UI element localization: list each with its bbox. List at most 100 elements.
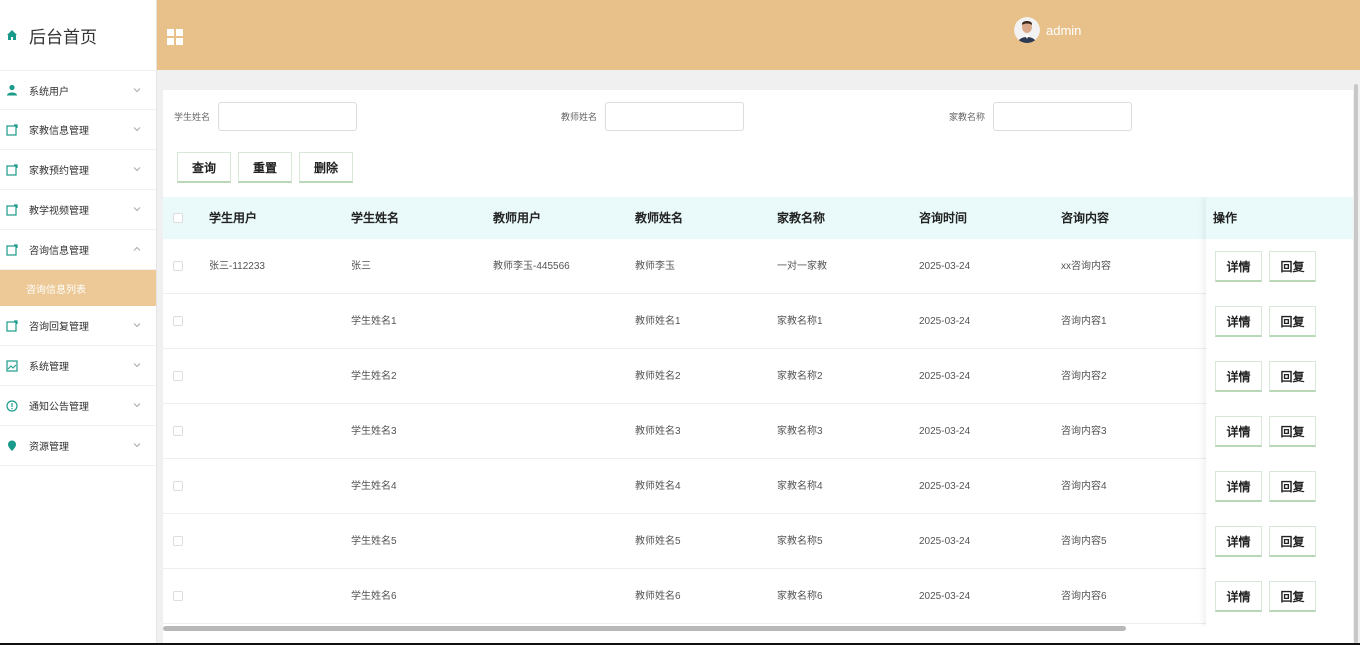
sidebar-item-consult-info[interactable]: 咨询信息管理 bbox=[0, 230, 156, 270]
col-header: 操作 bbox=[1206, 197, 1353, 239]
reply-button[interactable]: 回复 bbox=[1269, 526, 1316, 557]
select-all-checkbox[interactable] bbox=[173, 213, 183, 223]
cell: 家教名称5 bbox=[777, 536, 823, 547]
sidebar-item-label: 教学视频管理 bbox=[29, 206, 89, 217]
cell: 教师李玉-445566 bbox=[493, 261, 570, 272]
reply-button[interactable]: 回复 bbox=[1269, 251, 1316, 282]
delete-button[interactable]: 删除 bbox=[299, 152, 353, 183]
sidebar-item-resource[interactable]: 资源管理 bbox=[0, 426, 156, 466]
doc-icon bbox=[6, 319, 18, 332]
detail-button[interactable]: 详情 bbox=[1215, 471, 1262, 502]
horizontal-scrollbar[interactable] bbox=[163, 626, 1126, 631]
sidebar-item-teaching-video[interactable]: 教学视频管理 bbox=[0, 190, 156, 230]
table-row: 张三-112233 张三 教师李玉-445566 教师李玉 一对一家教 2025… bbox=[163, 239, 1353, 294]
sidebar-item-tutor-booking[interactable]: 家教预约管理 bbox=[0, 150, 156, 190]
reply-button[interactable]: 回复 bbox=[1269, 471, 1316, 502]
row-checkbox[interactable] bbox=[173, 261, 183, 271]
query-button[interactable]: 查询 bbox=[177, 152, 231, 183]
cell: 学生姓名2 bbox=[351, 371, 397, 382]
row-checkbox[interactable] bbox=[173, 536, 183, 546]
col-header: 咨询时间 bbox=[919, 211, 968, 225]
cell: 张三 bbox=[351, 261, 371, 272]
sidebar-item-system-manage[interactable]: 系统管理 bbox=[0, 346, 156, 386]
cell: 咨询内容2 bbox=[1061, 371, 1107, 382]
row-checkbox[interactable] bbox=[173, 481, 183, 491]
vertical-scrollbar[interactable] bbox=[1354, 84, 1358, 643]
sidebar-item-system-users[interactable]: 系统用户 bbox=[0, 70, 156, 110]
chevron-down-icon bbox=[133, 127, 141, 132]
cell: 学生姓名6 bbox=[351, 591, 397, 602]
search-tutor-name: 家教名称 bbox=[949, 101, 1133, 131]
row-checkbox[interactable] bbox=[173, 316, 183, 326]
chevron-down-icon bbox=[133, 167, 141, 172]
sidebar-item-label: 通知公告管理 bbox=[29, 402, 89, 413]
sidebar-item-consult-reply[interactable]: 咨询回复管理 bbox=[0, 306, 156, 346]
location-icon bbox=[6, 440, 18, 452]
cell: 教师姓名5 bbox=[635, 536, 681, 547]
chevron-down-icon bbox=[133, 207, 141, 212]
cell: 咨询内容6 bbox=[1061, 591, 1107, 602]
table-row: 学生姓名3 教师姓名3 家教名称3 2025-03-24 咨询内容3 bbox=[163, 404, 1353, 459]
chevron-down-icon bbox=[133, 443, 141, 448]
user-menu[interactable]: admin bbox=[1014, 17, 1081, 43]
table-row: 学生姓名2 教师姓名2 家教名称2 2025-03-24 咨询内容2 bbox=[163, 349, 1353, 404]
sidebar-item-tutor-info[interactable]: 家教信息管理 bbox=[0, 110, 156, 150]
sidebar-item-label: 资源管理 bbox=[29, 442, 69, 453]
cell: 咨询内容1 bbox=[1061, 316, 1107, 327]
sidebar-item-label: 咨询信息管理 bbox=[29, 246, 89, 257]
doc-icon bbox=[6, 203, 18, 216]
detail-button[interactable]: 详情 bbox=[1215, 526, 1262, 557]
cell: 张三-112233 bbox=[209, 261, 265, 272]
reply-button[interactable]: 回复 bbox=[1269, 361, 1316, 392]
cell: 家教名称4 bbox=[777, 481, 823, 492]
sidebar-subitem-consult-list[interactable]: 咨询信息列表 bbox=[0, 270, 156, 306]
top-header: admin bbox=[157, 0, 1360, 70]
doc-icon bbox=[6, 123, 18, 136]
cell: 2025-03-24 bbox=[919, 481, 971, 492]
doc-icon bbox=[6, 163, 18, 176]
reply-button[interactable]: 回复 bbox=[1269, 581, 1316, 612]
cell: 咨询内容5 bbox=[1061, 536, 1107, 547]
search-label: 家教名称 bbox=[949, 111, 986, 122]
grid-menu-icon[interactable] bbox=[167, 29, 183, 45]
sidebar-item-notice[interactable]: 通知公告管理 bbox=[0, 386, 156, 426]
table-row: 学生姓名6 教师姓名6 家教名称6 2025-03-24 咨询内容6 bbox=[163, 569, 1353, 624]
sidebar: 后台首页 系统用户 家教信息管理 家教预约管理 教学视频管理 咨询信息管理 咨询… bbox=[0, 0, 157, 643]
detail-button[interactable]: 详情 bbox=[1215, 581, 1262, 612]
cell: 2025-03-24 bbox=[919, 371, 971, 382]
brand-title: 后台首页 bbox=[29, 27, 97, 47]
search-label: 学生姓名 bbox=[174, 111, 211, 122]
cell: 家教名称1 bbox=[777, 316, 823, 327]
detail-button[interactable]: 详情 bbox=[1215, 251, 1262, 282]
info-icon bbox=[6, 399, 18, 412]
user-icon bbox=[6, 84, 18, 96]
chevron-down-icon bbox=[133, 323, 141, 328]
reply-button[interactable]: 回复 bbox=[1269, 306, 1316, 337]
col-header: 学生用户 bbox=[209, 211, 258, 225]
row-checkbox[interactable] bbox=[173, 371, 183, 381]
cell: 家教名称2 bbox=[777, 371, 823, 382]
brand[interactable]: 后台首页 bbox=[0, 0, 156, 70]
reset-button[interactable]: 重置 bbox=[238, 152, 292, 183]
main-panel: 学生姓名 教师姓名 家教名称 查询 重置 删除 学生用户 学生姓名 教师用户 教… bbox=[163, 90, 1353, 643]
sidebar-item-label: 家教预约管理 bbox=[29, 166, 89, 177]
tutor-name-input[interactable] bbox=[993, 101, 1133, 131]
teacher-name-input[interactable] bbox=[605, 101, 745, 131]
cell: 2025-03-24 bbox=[919, 316, 971, 327]
cell: 家教名称3 bbox=[777, 426, 823, 437]
row-checkbox[interactable] bbox=[173, 426, 183, 436]
avatar bbox=[1014, 17, 1040, 43]
cell: 学生姓名4 bbox=[351, 481, 397, 492]
student-name-input[interactable] bbox=[218, 101, 358, 131]
row-checkbox[interactable] bbox=[173, 591, 183, 601]
detail-button[interactable]: 详情 bbox=[1215, 306, 1262, 337]
data-table: 学生用户 学生姓名 教师用户 教师姓名 家教名称 咨询时间 咨询内容 张三-11… bbox=[163, 197, 1353, 627]
chevron-down-icon bbox=[133, 403, 141, 408]
cell: 家教名称6 bbox=[777, 591, 823, 602]
detail-button[interactable]: 详情 bbox=[1215, 416, 1262, 447]
cell: 教师姓名4 bbox=[635, 481, 681, 492]
col-header: 教师姓名 bbox=[635, 211, 684, 225]
reply-button[interactable]: 回复 bbox=[1269, 416, 1316, 447]
search-label: 教师姓名 bbox=[561, 111, 598, 122]
detail-button[interactable]: 详情 bbox=[1215, 361, 1262, 392]
